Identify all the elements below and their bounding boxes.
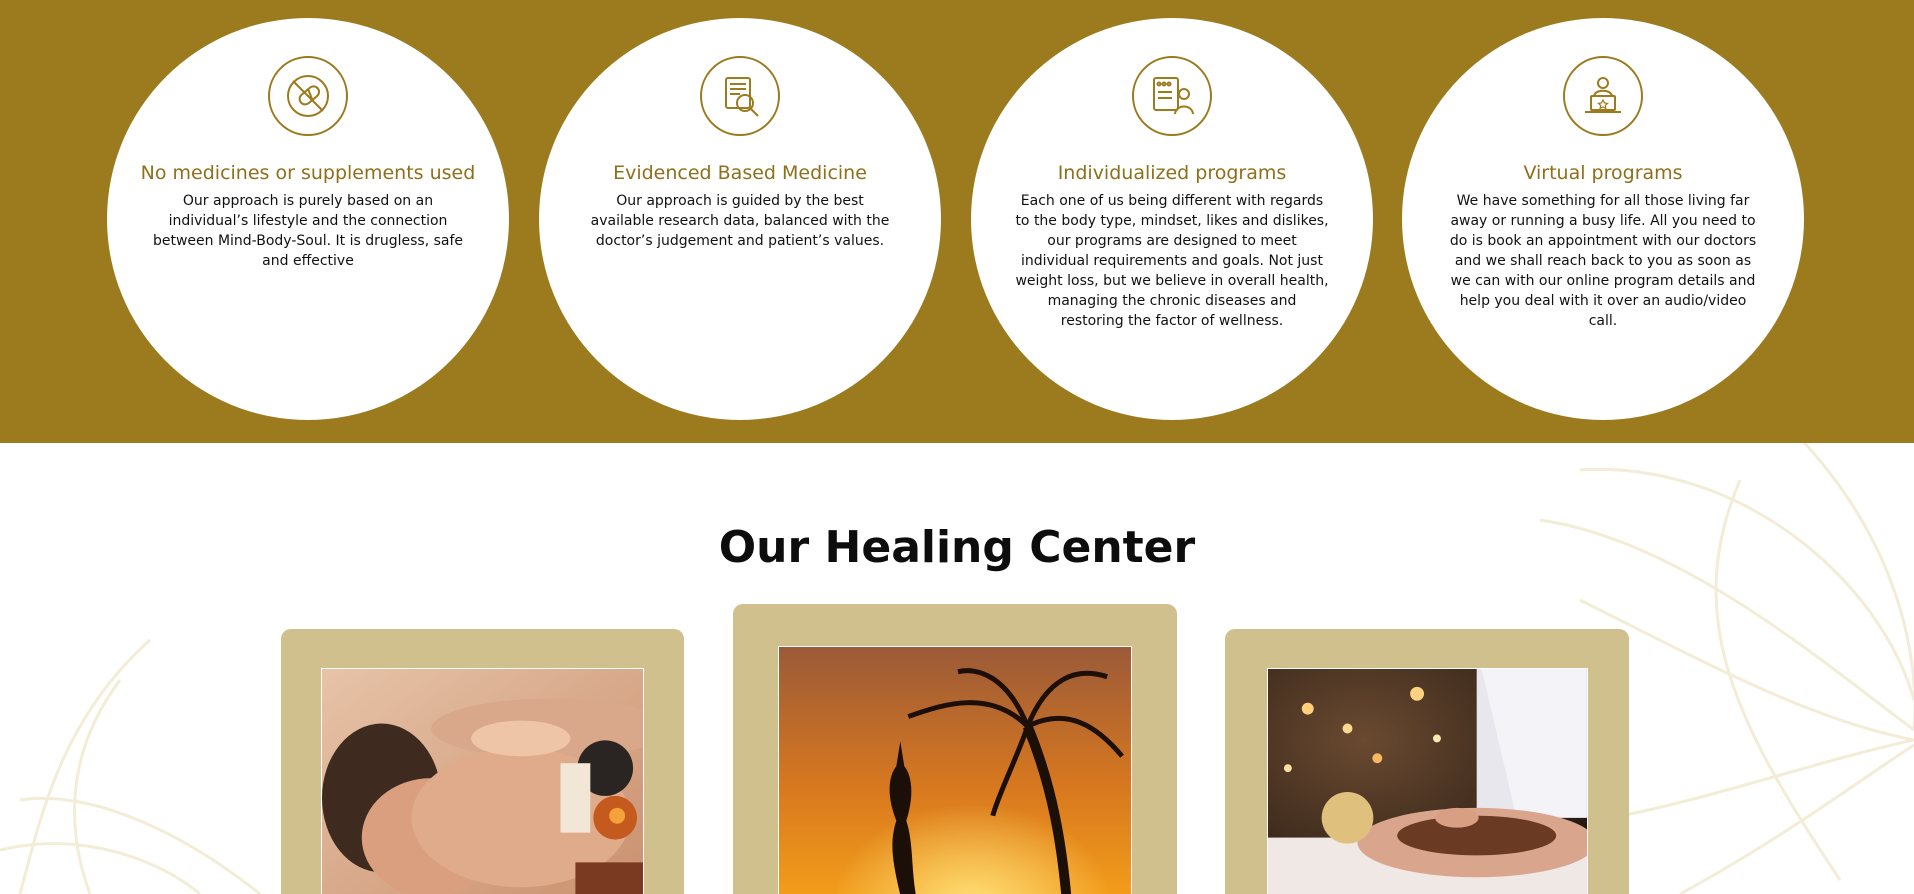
feature-text: Our approach is purely based on an indiv…	[152, 193, 464, 269]
doctor-chart-icon	[1132, 56, 1212, 136]
healing-card-yoga[interactable]	[733, 604, 1177, 894]
healing-card-back-treatment[interactable]	[1225, 629, 1629, 894]
feature-card-no-medicines: No medicines or supplements used Our app…	[107, 18, 509, 420]
yoga-sunset-photo	[778, 646, 1132, 894]
online-doctor-icon	[1563, 56, 1643, 136]
healing-card-massage[interactable]	[281, 629, 684, 894]
feature-title: Virtual programs	[1523, 162, 1683, 184]
feature-text: Our approach is guided by the best avail…	[590, 193, 890, 249]
feature-title: Evidenced Based Medicine	[613, 162, 867, 184]
back-treatment-photo	[1267, 668, 1588, 894]
feature-card-evidence-based: Evidenced Based Medicine Our approach is…	[539, 18, 941, 420]
feature-title: No medicines or supplements used	[140, 162, 476, 184]
feature-card-virtual: Virtual programs We have something for a…	[1402, 18, 1804, 420]
feature-title: Individualized programs	[1057, 162, 1287, 184]
features-band: No medicines or supplements used Our app…	[0, 0, 1914, 443]
feature-text: Each one of us being different with rega…	[1015, 193, 1329, 329]
man-massage-photo	[321, 668, 644, 894]
section-title: Our Healing Center	[718, 522, 1196, 573]
no-pills-icon	[268, 56, 348, 136]
feature-text: We have something for all those living f…	[1449, 193, 1757, 329]
feature-card-individualized: Individualized programs Each one of us b…	[971, 18, 1373, 420]
research-document-icon	[700, 56, 780, 136]
